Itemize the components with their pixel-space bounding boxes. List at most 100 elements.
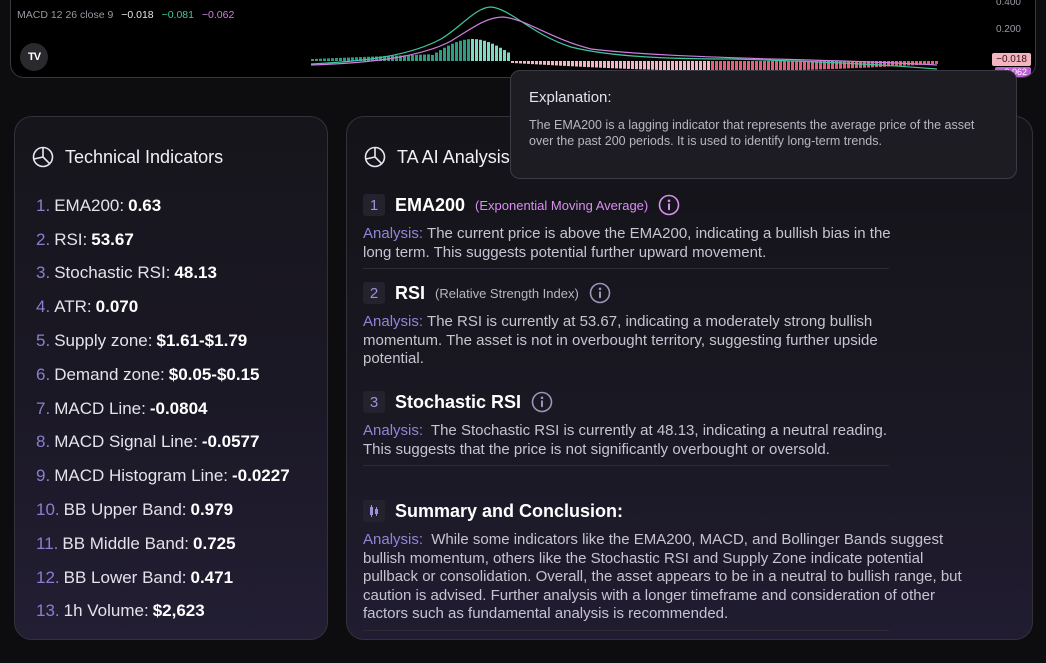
histogram-bar: [315, 58, 318, 61]
tooltip-title: Explanation:: [529, 89, 612, 106]
indicator-item: 2. RSI: 53.67: [36, 223, 290, 257]
histogram-bar: [583, 61, 586, 67]
histogram-bar: [519, 61, 522, 64]
histogram-bar: [467, 39, 470, 61]
histogram-bar: [323, 58, 326, 61]
analysis-label: Analysis:: [363, 225, 424, 242]
histogram-bar: [627, 61, 630, 69]
analysis-label: Analysis:: [363, 422, 424, 439]
indicator-number: 13.: [36, 601, 60, 621]
info-icon[interactable]: [589, 282, 611, 304]
histogram-bar: [511, 61, 514, 63]
histogram-bar: [655, 61, 658, 70]
histogram-bar: [491, 43, 494, 61]
histogram-bar: [839, 61, 842, 69]
indicator-number: 12.: [36, 567, 60, 587]
indicator-label: MACD Histogram Line:: [54, 466, 229, 486]
histogram-bar: [551, 61, 554, 66]
histogram-bar: [443, 47, 446, 61]
indicator-number: 10.: [36, 500, 60, 520]
histogram-bar: [927, 61, 930, 65]
histogram-bar: [603, 61, 606, 68]
axis-label-mid: 0.200: [995, 24, 1021, 35]
analysis-section-ema200: 1 EMA200 (Exponential Moving Average) An…: [363, 191, 891, 270]
indicators-list: 1. EMA200: 0.63 2. RSI: 53.67 3. Stochastic RSI…: [36, 189, 290, 628]
histogram-bar: [883, 61, 886, 67]
indicator-number: 6.: [36, 364, 51, 384]
analysis-text: The RSI is currently at 53.67, indicatin…: [363, 313, 878, 368]
histogram-bar: [803, 61, 806, 70]
histogram-bar: [327, 58, 330, 61]
indicator-item: 11. BB Middle Band: 0.725: [36, 527, 290, 561]
indicator-number: 2.: [36, 229, 51, 249]
histogram-bar: [547, 61, 550, 66]
indicator-label: Demand zone:: [54, 364, 165, 384]
indicator-value: $1.61-$1.79: [156, 331, 248, 351]
indicator-number: 9.: [36, 466, 51, 486]
analysis-label: Analysis:: [363, 313, 424, 330]
indicator-value: -0.0227: [232, 466, 290, 486]
section-header: 3 Stochastic RSI: [363, 388, 891, 416]
histogram-bar: [935, 61, 938, 64]
histogram-bar: [571, 61, 574, 67]
indicator-item: 9. MACD Histogram Line: -0.0227: [36, 459, 290, 493]
indicator-item: 13. 1h Volume: $2,623: [36, 595, 290, 629]
tradingview-logo[interactable]: TV: [20, 43, 48, 71]
indicator-value: 0.979: [190, 500, 234, 520]
macd-name: MACD: [17, 9, 48, 21]
histogram-bar: [503, 50, 506, 61]
histogram-bar: [591, 61, 594, 68]
analysis-header: TA AI Analysis: [363, 145, 510, 169]
histogram-bar: [563, 61, 566, 66]
histogram-bar: [475, 39, 478, 61]
indicators-title: Technical Indicators: [65, 146, 224, 167]
histogram-bar: [539, 61, 542, 65]
histogram-bar: [423, 54, 426, 61]
histogram-bar: [495, 45, 498, 61]
histogram-bar: [643, 61, 646, 70]
macd-value: −0.018: [121, 9, 154, 21]
indicator-item: 5. Supply zone: $1.61-$1.79: [36, 324, 290, 358]
histogram-bar: [623, 61, 626, 69]
histogram-bar: [311, 59, 314, 61]
divider: [363, 465, 889, 467]
histogram-bar: [811, 61, 814, 70]
histogram-bar: [639, 61, 642, 70]
histogram-bar: [795, 61, 798, 71]
histogram-bar: [515, 61, 518, 64]
indicator-label: BB Lower Band:: [63, 567, 187, 587]
tooltip-text: The EMA200 is a lagging indicator that r…: [529, 118, 975, 148]
analysis-text: The Stochastic RSI is currently at 48.13…: [363, 422, 888, 458]
indicator-label: MACD Signal Line:: [54, 432, 198, 452]
section-header: Summary and Conclusion:: [363, 497, 891, 525]
histogram-bar: [851, 61, 854, 69]
histogram-bar: [675, 61, 678, 71]
histogram-bar: [527, 61, 530, 64]
indicator-value: -0.0804: [149, 398, 208, 418]
histogram-bar: [579, 61, 582, 67]
section-analysis: Analysis: The RSI is currently at 53.67, …: [363, 313, 891, 369]
section-analysis: Analysis: The Stochastic RSI is currentl…: [363, 422, 891, 459]
summary-title: Summary and Conclusion:: [395, 500, 624, 521]
histogram-value: −0.062: [201, 9, 235, 21]
histogram-bar: [651, 61, 654, 70]
info-icon[interactable]: [658, 194, 680, 216]
histogram-bar: [667, 61, 670, 71]
info-icon[interactable]: [531, 391, 553, 413]
indicator-label: Supply zone:: [54, 331, 153, 351]
indicator-number: 8.: [36, 432, 51, 452]
histogram-bar: [431, 55, 434, 61]
histogram-bar: [339, 57, 342, 61]
indicators-header: Technical Indicators: [31, 145, 223, 169]
histogram-bar: [427, 54, 430, 61]
histogram-bar: [531, 61, 534, 65]
histogram-bar: [559, 61, 562, 66]
indicator-item: 12. BB Lower Band: 0.471: [36, 561, 290, 595]
histogram-bar: [615, 61, 618, 69]
indicator-item: 6. Demand zone: $0.05-$0.15: [36, 358, 290, 392]
analysis-title: TA AI Analysis: [397, 146, 510, 167]
histogram-bar: [607, 61, 610, 69]
macd-chart-panel[interactable]: MACD 12 26 close 9 −0.018 −0.081 −0.062 …: [10, 0, 1036, 78]
section-number: 3: [363, 391, 385, 413]
macd-params: 12 26 close 9: [50, 9, 114, 21]
